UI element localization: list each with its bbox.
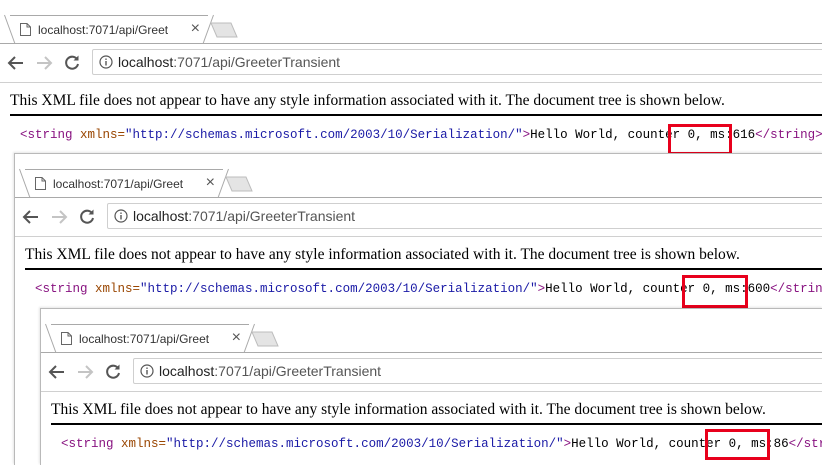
xml-text: Hello World, counter 0,: [545, 282, 726, 296]
address-bar[interactable]: localhost:7071/api/GreeterTransient: [92, 49, 822, 75]
browser-toolbar: localhost:7071/api/GreeterTransient: [41, 352, 822, 392]
xml-attr-value: "http://schemas.microsoft.com/2003/10/Se…: [166, 437, 564, 451]
new-tab-icon[interactable]: [251, 331, 279, 347]
url-host: localhost: [159, 363, 215, 379]
tab-strip: localhost:7071/api/GreeterTransient ×: [0, 0, 822, 43]
page-icon: [35, 177, 46, 190]
forward-arrow-icon[interactable]: [35, 54, 53, 72]
xml-response-line: <string xmlns="http://schemas.microsoft.…: [35, 282, 822, 296]
new-tab-icon[interactable]: [210, 22, 238, 38]
tab-strip: localhost:7071/api/GreeterTransient ×: [41, 309, 822, 352]
xml-response-line: <string xmlns="http://schemas.microsoft.…: [20, 128, 822, 142]
tab-title: localhost:7071/api/GreeterTransient: [38, 23, 168, 37]
xml-attr-value: "http://schemas.microsoft.com/2003/10/Se…: [140, 282, 538, 296]
xml-response-line: <string xmlns="http://schemas.microsoft.…: [61, 437, 822, 451]
xml-open-tag-end: >: [537, 282, 546, 296]
xml-close-tag: </string>: [788, 437, 822, 451]
reload-icon[interactable]: [63, 54, 81, 72]
xml-style-notice: This XML file does not appear to have an…: [10, 92, 822, 116]
url-path: :7071/api/GreeterTransient: [214, 363, 382, 379]
tab-title: localhost:7071/api/GreeterTransient: [79, 332, 209, 346]
back-arrow-icon[interactable]: [7, 54, 25, 72]
back-arrow-icon[interactable]: [48, 363, 66, 381]
url-path: :7071/api/GreeterTransient: [188, 208, 356, 224]
xml-attr-name: xmlns=: [87, 282, 141, 296]
xml-open-tag-end: >: [522, 128, 531, 142]
new-tab-icon[interactable]: [225, 176, 253, 192]
browser-tab[interactable]: localhost:7071/api/GreeterTransient ×: [25, 169, 223, 197]
xml-attr-name: xmlns=: [72, 128, 126, 142]
forward-arrow-icon[interactable]: [76, 363, 94, 381]
xml-style-notice: This XML file does not appear to have an…: [51, 401, 822, 425]
url-text[interactable]: localhost:7071/api/GreeterTransient: [133, 208, 355, 224]
browser-tab[interactable]: localhost:7071/api/GreeterTransient ×: [51, 324, 249, 352]
xml-text: Hello World, counter 0,: [571, 437, 752, 451]
back-arrow-icon[interactable]: [22, 208, 40, 226]
reload-icon[interactable]: [78, 208, 96, 226]
xml-open-tag: <string: [20, 128, 73, 142]
info-icon[interactable]: [140, 364, 154, 378]
reload-icon[interactable]: [104, 363, 122, 381]
tab-title: localhost:7071/api/GreeterTransient: [53, 177, 183, 191]
address-bar[interactable]: localhost:7071/api/GreeterTransient: [107, 203, 822, 229]
close-icon[interactable]: ×: [206, 174, 215, 192]
page-icon: [61, 332, 72, 345]
ms-value: ms:86: [751, 437, 789, 451]
page-icon: [20, 23, 31, 36]
browser-window-3: localhost:7071/api/GreeterTransient × lo…: [40, 308, 822, 465]
close-icon[interactable]: ×: [191, 20, 200, 38]
url-host: localhost: [133, 208, 189, 224]
info-icon[interactable]: [114, 209, 128, 223]
url-host: localhost: [118, 54, 174, 70]
xml-attr-name: xmlns=: [113, 437, 167, 451]
xml-attr-value: "http://schemas.microsoft.com/2003/10/Se…: [125, 128, 523, 142]
info-icon[interactable]: [99, 55, 113, 69]
xml-open-tag-end: >: [563, 437, 572, 451]
browser-tab[interactable]: localhost:7071/api/GreeterTransient ×: [10, 15, 208, 43]
xml-style-notice: This XML file does not appear to have an…: [25, 246, 822, 270]
url-text[interactable]: localhost:7071/api/GreeterTransient: [159, 363, 381, 379]
xml-close-tag: </string>: [770, 282, 822, 296]
tab-strip: localhost:7071/api/GreeterTransient ×: [15, 154, 822, 197]
xml-open-tag: <string: [61, 437, 114, 451]
url-text[interactable]: localhost:7071/api/GreeterTransient: [118, 54, 340, 70]
url-path: :7071/api/GreeterTransient: [173, 54, 341, 70]
xml-close-tag: </string>: [755, 128, 822, 142]
xml-open-tag: <string: [35, 282, 88, 296]
forward-arrow-icon[interactable]: [50, 208, 68, 226]
ms-value: ms:600: [725, 282, 771, 296]
xml-text: Hello World, counter 0,: [530, 128, 711, 142]
browser-toolbar: localhost:7071/api/GreeterTransient: [15, 197, 822, 237]
close-icon[interactable]: ×: [232, 329, 241, 347]
browser-toolbar: localhost:7071/api/GreeterTransient: [0, 43, 822, 83]
ms-value: ms:616: [710, 128, 756, 142]
address-bar[interactable]: localhost:7071/api/GreeterTransient: [133, 358, 822, 384]
